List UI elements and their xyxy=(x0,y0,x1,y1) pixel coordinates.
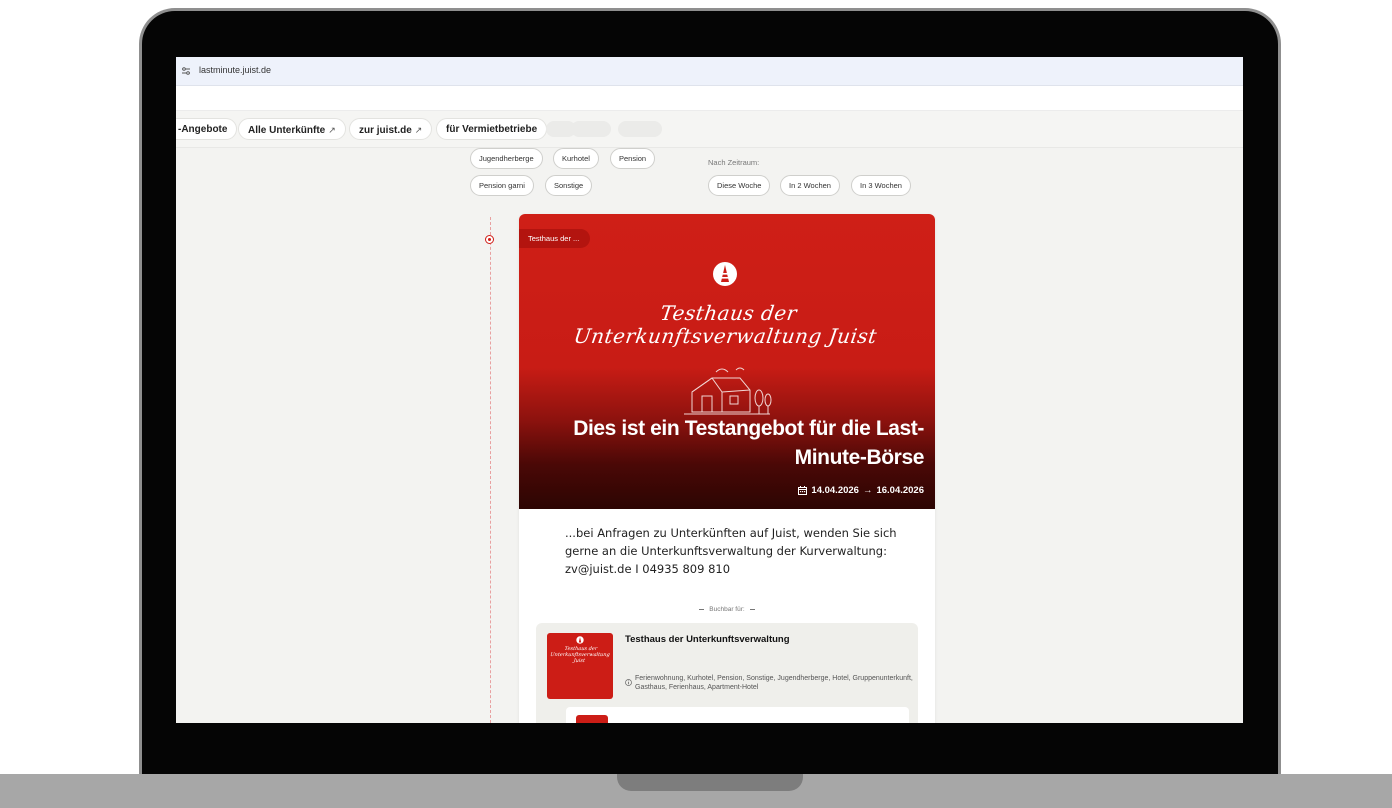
date-from: 14.04.2026 xyxy=(811,485,859,496)
offer-hero: Testhaus der ... Testhaus der Unterkunft… xyxy=(519,214,935,509)
divider-dash xyxy=(749,608,755,610)
bookable-label: Buchbar für: xyxy=(709,606,745,613)
lighthouse-logo-icon xyxy=(576,636,584,644)
timeline-line xyxy=(490,217,491,723)
host-types-text: Ferienwohnung, Kurhotel, Pension, Sonsti… xyxy=(635,675,913,691)
nav-placeholder xyxy=(618,121,662,137)
nav-item-label: zur juist.de xyxy=(359,125,412,136)
nav-placeholder xyxy=(571,121,611,137)
offer-title-line: Minute-Börse xyxy=(794,446,925,469)
host-badge[interactable]: Testhaus der ... xyxy=(519,229,591,248)
filter-chip-kurhotel[interactable]: Kurhotel xyxy=(553,148,599,169)
offer-title: Dies ist ein Testangebot für die Last- M… xyxy=(544,414,924,472)
offer-card[interactable]: Testhaus der ... Testhaus der Unterkunft… xyxy=(519,214,935,723)
nav-item-angebote[interactable]: -Angebote xyxy=(176,118,238,140)
nav-item-juist-de[interactable]: zur juist.de ↗ xyxy=(349,118,433,140)
filter-chip-in-3-wochen[interactable]: In 3 Wochen xyxy=(851,175,911,196)
lighthouse-logo-icon xyxy=(713,262,737,286)
bookable-divider: Buchbar für: xyxy=(519,606,935,613)
host-script-logo: Testhaus der Unterkunftsverwaltung Juist xyxy=(519,301,935,348)
house-illustration-icon xyxy=(684,367,772,415)
site-settings-icon[interactable] xyxy=(181,66,191,76)
address-bar[interactable]: lastminute.juist.de xyxy=(176,57,1243,86)
host-name[interactable]: Testhaus der Unterkunftsverwaltung xyxy=(625,634,790,645)
filter-chip-pension-garni[interactable]: Pension garni xyxy=(470,175,534,196)
offer-description: ...bei Anfragen zu Unterkünften auf Juis… xyxy=(565,526,897,576)
script-line: Unterkunftsverwaltung Juist xyxy=(572,324,879,348)
calendar-icon xyxy=(798,486,808,495)
info-icon xyxy=(625,679,632,686)
script-line: Unterkunftsverwaltung Juist xyxy=(549,652,611,664)
external-link-icon: ↗ xyxy=(414,125,423,135)
time-filter-label: Nach Zeitraum: xyxy=(708,158,760,167)
script-line: Testhaus der xyxy=(658,301,799,325)
offer-dates: 14.04.2026 → 16.04.2026 xyxy=(798,485,924,496)
thumb-script-logo: Testhaus der Unterkunftsverwaltung Juist xyxy=(546,646,615,664)
nav-item-label: für Vermietbetriebe xyxy=(446,124,538,135)
filter-chip-sonstige[interactable]: Sonstige xyxy=(545,175,593,196)
nav-item-vermietbetriebe[interactable]: für Vermietbetriebe xyxy=(436,118,548,140)
timeline-marker xyxy=(485,235,494,244)
arrow-right-icon: → xyxy=(862,485,873,496)
offer-title-line: Dies ist ein Testangebot für die Last- xyxy=(573,417,924,440)
nav-item-label: Alle Unterkünfte xyxy=(248,125,326,136)
host-accommodation-types: Ferienwohnung, Kurhotel, Pension, Sonsti… xyxy=(625,674,915,692)
external-link-icon: ↗ xyxy=(328,125,336,135)
filter-chip-pension[interactable]: Pension xyxy=(610,148,656,169)
host-card[interactable]: Testhaus der Unterkunftsverwaltung Juist… xyxy=(536,623,918,723)
offer-body: ...bei Anfragen zu Unterkünften auf Juis… xyxy=(519,509,935,723)
filter-chip-diese-woche[interactable]: Diese Woche xyxy=(708,175,771,196)
site-nav: -Angebote Alle Unterkünfte ↗ zur juist.de… xyxy=(176,111,1243,148)
nav-item-alle-unterkuenfte[interactable]: Alle Unterkünfte ↗ xyxy=(238,118,346,140)
filter-chip-jugendherberge[interactable]: Jugendherberge xyxy=(470,148,543,169)
url-text[interactable]: lastminute.juist.de xyxy=(199,65,271,75)
date-to: 16.04.2026 xyxy=(876,485,924,496)
filter-chip-in-2-wochen[interactable]: In 2 Wochen xyxy=(780,175,840,196)
laptop-notch xyxy=(617,774,803,791)
host-thumbnail[interactable]: Testhaus der Unterkunftsverwaltung Juist xyxy=(547,633,613,699)
divider-dash xyxy=(699,608,705,610)
nav-item-label: -Angebote xyxy=(178,124,228,135)
room-card[interactable] xyxy=(566,707,909,723)
browser-screen: lastminute.juist.de -Angebote Alle Unter… xyxy=(176,57,1243,723)
site-top-strip xyxy=(176,86,1243,111)
room-thumbnail[interactable] xyxy=(576,715,608,723)
